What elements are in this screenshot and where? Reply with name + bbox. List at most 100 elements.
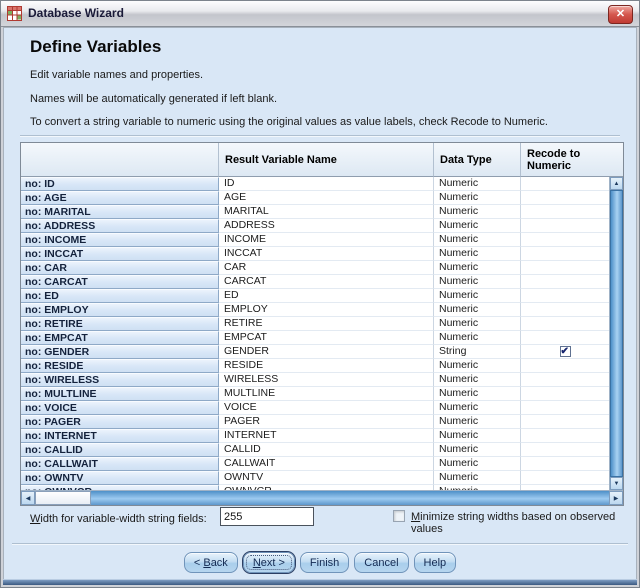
data-type-cell[interactable]: Numeric — [434, 261, 521, 275]
next-button[interactable]: Next > — [243, 552, 295, 573]
result-variable-cell[interactable]: CAR — [219, 261, 434, 275]
data-type-cell[interactable]: Numeric — [434, 457, 521, 471]
result-variable-cell[interactable]: PAGER — [219, 415, 434, 429]
result-variable-cell[interactable]: EMPLOY — [219, 303, 434, 317]
data-type-cell[interactable]: Numeric — [434, 289, 521, 303]
dialog-content: Define Variables Edit variable names and… — [3, 27, 637, 585]
data-type-column-header: Data Type — [434, 143, 521, 177]
source-field-cell: no: WIRELESS — [21, 373, 219, 387]
recode-cell[interactable] — [521, 317, 609, 331]
data-type-cell[interactable]: Numeric — [434, 359, 521, 373]
horizontal-scrollbar-track[interactable] — [91, 491, 609, 505]
result-variable-cell[interactable]: MARITAL — [219, 205, 434, 219]
recode-cell[interactable] — [521, 331, 609, 345]
recode-cell[interactable] — [521, 247, 609, 261]
result-variable-cell[interactable]: OWNTV — [219, 471, 434, 485]
recode-cell[interactable] — [521, 233, 609, 247]
table-row: no: EMPCAT EMPCAT Numeric — [21, 331, 609, 345]
data-type-cell[interactable]: Numeric — [434, 177, 521, 191]
scroll-left-icon[interactable]: ◀ — [21, 491, 35, 505]
table-row: no: CAR CAR Numeric — [21, 261, 609, 275]
help-button[interactable]: Help — [414, 552, 457, 573]
result-variable-cell[interactable]: CALLWAIT — [219, 457, 434, 471]
finish-button[interactable]: Finish — [300, 552, 349, 573]
recode-cell[interactable] — [521, 191, 609, 205]
data-type-cell[interactable]: Numeric — [434, 191, 521, 205]
result-variable-cell[interactable]: CARCAT — [219, 275, 434, 289]
recode-cell[interactable] — [521, 205, 609, 219]
source-field-cell: no: VOICE — [21, 401, 219, 415]
vertical-scrollbar[interactable]: ▲ ▼ — [609, 177, 623, 490]
source-field-column-header — [21, 143, 219, 177]
result-variable-cell[interactable]: ED — [219, 289, 434, 303]
scroll-down-icon[interactable]: ▼ — [610, 477, 623, 490]
string-width-input[interactable] — [220, 507, 314, 526]
data-type-cell[interactable]: Numeric — [434, 429, 521, 443]
result-variable-cell[interactable]: RESIDE — [219, 359, 434, 373]
recode-cell[interactable] — [521, 429, 609, 443]
data-type-cell[interactable]: Numeric — [434, 387, 521, 401]
recode-cell[interactable] — [521, 457, 609, 471]
result-variable-cell[interactable]: INCOME — [219, 233, 434, 247]
recode-cell[interactable] — [521, 177, 609, 191]
result-variable-cell[interactable]: INTERNET — [219, 429, 434, 443]
result-variable-cell[interactable]: GENDER — [219, 345, 434, 359]
data-type-cell[interactable]: Numeric — [434, 219, 521, 233]
recode-cell[interactable] — [521, 471, 609, 485]
scroll-right-icon[interactable]: ▶ — [609, 491, 623, 505]
data-type-cell[interactable]: String — [434, 345, 521, 359]
recode-cell[interactable]: ✔ — [521, 345, 609, 359]
data-type-cell[interactable]: Numeric — [434, 275, 521, 289]
cancel-button[interactable]: Cancel — [354, 552, 408, 573]
recode-cell[interactable] — [521, 373, 609, 387]
recode-cell[interactable] — [521, 261, 609, 275]
result-variable-cell[interactable]: INCCAT — [219, 247, 434, 261]
horizontal-scrollbar[interactable]: ◀ ▶ — [21, 490, 623, 505]
table-row: no: EMPLOY EMPLOY Numeric — [21, 303, 609, 317]
data-type-cell[interactable]: Numeric — [434, 317, 521, 331]
data-type-cell[interactable]: Numeric — [434, 443, 521, 457]
result-variable-cell[interactable]: AGE — [219, 191, 434, 205]
result-variable-cell[interactable]: WIRELESS — [219, 373, 434, 387]
close-button[interactable]: ✕ — [608, 5, 633, 24]
data-type-cell[interactable]: Numeric — [434, 233, 521, 247]
database-table-icon — [7, 6, 22, 21]
recode-cell[interactable] — [521, 359, 609, 373]
result-variable-cell[interactable]: MULTLINE — [219, 387, 434, 401]
result-variable-cell[interactable]: EMPCAT — [219, 331, 434, 345]
source-field-cell: no: RETIRE — [21, 317, 219, 331]
data-type-cell[interactable]: Numeric — [434, 373, 521, 387]
minimize-widths-checkbox[interactable] — [393, 510, 405, 522]
recode-cell[interactable] — [521, 275, 609, 289]
result-variable-cell[interactable]: RETIRE — [219, 317, 434, 331]
result-variable-column-header: Result Variable Name — [219, 143, 434, 177]
table-row: no: OWNTV OWNTV Numeric — [21, 471, 609, 485]
vertical-scrollbar-thumb[interactable] — [610, 190, 623, 477]
recode-cell[interactable] — [521, 401, 609, 415]
result-variable-cell[interactable]: CALLID — [219, 443, 434, 457]
recode-cell[interactable] — [521, 415, 609, 429]
data-type-cell[interactable]: Numeric — [434, 401, 521, 415]
scroll-up-icon[interactable]: ▲ — [610, 177, 623, 190]
back-button[interactable]: < Back — [184, 552, 238, 573]
source-field-cell: no: CARCAT — [21, 275, 219, 289]
recode-cell[interactable] — [521, 219, 609, 233]
recode-cell[interactable] — [521, 289, 609, 303]
data-type-cell[interactable]: Numeric — [434, 415, 521, 429]
horizontal-scrollbar-thumb[interactable] — [35, 491, 91, 505]
data-type-cell[interactable]: Numeric — [434, 331, 521, 345]
result-variable-cell[interactable]: VOICE — [219, 401, 434, 415]
result-variable-cell[interactable]: ID — [219, 177, 434, 191]
recode-cell[interactable] — [521, 303, 609, 317]
data-type-cell[interactable]: Numeric — [434, 303, 521, 317]
recode-checkbox[interactable]: ✔ — [560, 346, 571, 357]
data-type-cell[interactable]: Numeric — [434, 471, 521, 485]
data-type-cell[interactable]: Numeric — [434, 247, 521, 261]
top-separator — [20, 135, 620, 137]
result-variable-cell[interactable]: ADDRESS — [219, 219, 434, 233]
title-bar[interactable]: Database Wizard ✕ — [1, 1, 639, 27]
data-type-cell[interactable]: Numeric — [434, 205, 521, 219]
recode-cell[interactable] — [521, 443, 609, 457]
recode-cell[interactable] — [521, 387, 609, 401]
source-field-cell: no: OWNTV — [21, 471, 219, 485]
